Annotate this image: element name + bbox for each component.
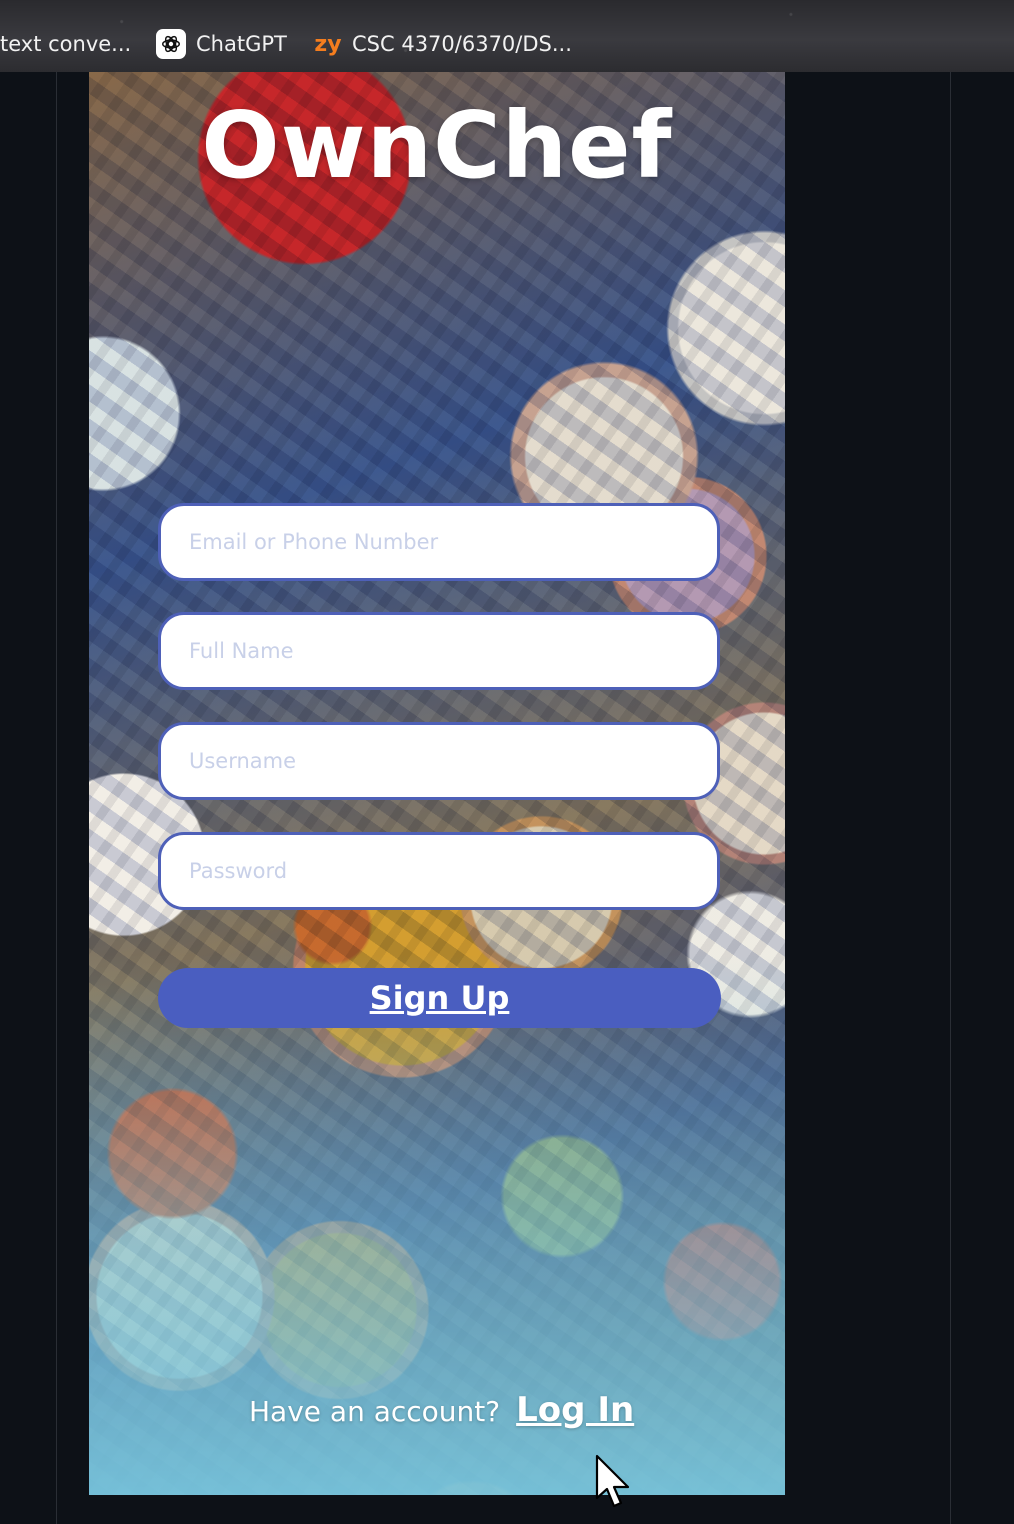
have-account-text: Have an account? [249,1395,501,1428]
bookmark-label: CSC 4370/6370/DS... [352,32,572,56]
page-viewport: OwnChef Sign Up Have an account? Log In [0,72,1014,1524]
signup-screen: OwnChef Sign Up Have an account? Log In [89,72,785,1495]
sign-up-button[interactable]: Sign Up [158,968,721,1028]
divider [56,72,57,1524]
app-title: OwnChef [201,92,673,199]
bookmarks-bar: text conve... ChatGPT zy CSC 4370/6370/D… [0,0,1014,72]
log-in-link[interactable]: Log In [516,1390,634,1430]
password-input[interactable] [158,832,720,910]
mouse-pointer-icon [595,1454,630,1508]
bookmark-text-converter[interactable]: text conve... [0,28,131,60]
username-input[interactable] [158,722,720,800]
divider [950,72,951,1524]
bookmark-label: ChatGPT [196,32,287,56]
bookmark-csc-course[interactable]: zy CSC 4370/6370/DS... [312,28,572,60]
bookmark-label: text conve... [0,32,132,56]
zybooks-icon: zy [314,31,342,57]
email-or-phone-input[interactable] [158,503,720,581]
full-name-input[interactable] [158,612,720,690]
bookmark-chatgpt[interactable]: ChatGPT [156,28,287,60]
login-prompt: Have an account? Log In [249,1390,634,1446]
chatgpt-icon [156,29,186,59]
